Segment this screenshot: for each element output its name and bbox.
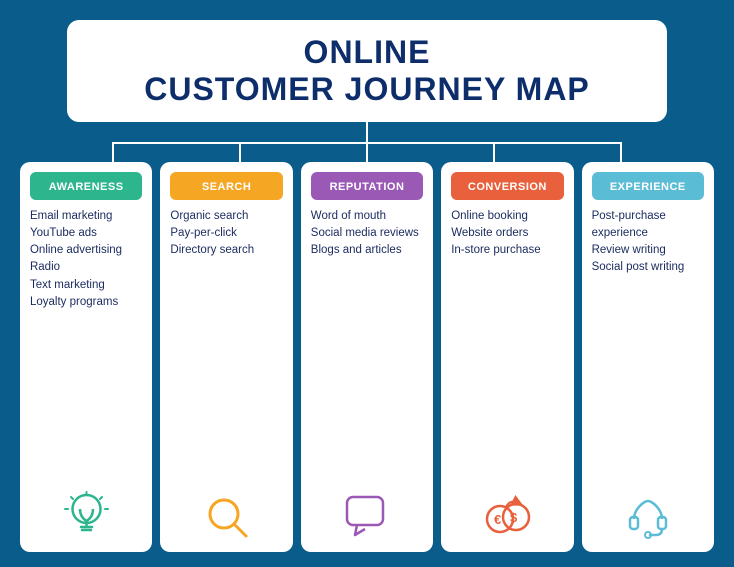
card-list-search: Organic searchPay-per-clickDirectory sea…: [170, 208, 282, 260]
list-item: Word of mouth: [311, 208, 423, 225]
list-item: Blogs and articles: [311, 242, 423, 259]
title-box: ONLINE CUSTOMER JOURNEY MAP: [67, 20, 667, 122]
card-list-experience: Post-purchase experienceReview writingSo…: [592, 208, 704, 277]
list-item: Organic search: [170, 208, 282, 225]
svg-text:$: $: [510, 510, 518, 525]
card-experience: EXPERIENCE Post-purchase experienceReview…: [582, 162, 714, 552]
lightbulb-icon: [30, 489, 142, 544]
page-title: ONLINE CUSTOMER JOURNEY MAP: [107, 34, 627, 108]
list-item: Social media reviews: [311, 225, 423, 242]
card-body-awareness: Email marketingYouTube adsOnline adverti…: [30, 208, 142, 544]
connector: [55, 122, 680, 162]
list-item: Review writing: [592, 242, 704, 259]
list-item: Loyalty programs: [30, 294, 142, 311]
card-body-reputation: Word of mouthSocial media reviewsBlogs a…: [311, 208, 423, 544]
card-reputation: REPUTATION Word of mouthSocial media revi…: [301, 162, 433, 552]
card-conversion: CONVERSION Online bookingWebsite ordersIn…: [441, 162, 573, 552]
card-header-label-experience: EXPERIENCE: [610, 181, 686, 193]
magnifier-icon: [170, 489, 282, 544]
card-header-label-search: SEARCH: [202, 181, 251, 193]
card-header-reputation: REPUTATION: [311, 172, 423, 200]
list-item: In-store purchase: [451, 242, 563, 259]
list-item: Text marketing: [30, 277, 142, 294]
list-item: Directory search: [170, 242, 282, 259]
card-header-experience: EXPERIENCE: [592, 172, 704, 200]
card-list-conversion: Online bookingWebsite ordersIn-store pur…: [451, 208, 563, 260]
card-header-label-awareness: AWARENESS: [49, 181, 124, 193]
card-list-reputation: Word of mouthSocial media reviewsBlogs a…: [311, 208, 423, 260]
list-item: Radio: [30, 259, 142, 276]
list-item: Online advertising: [30, 242, 142, 259]
card-body-experience: Post-purchase experienceReview writingSo…: [592, 208, 704, 544]
card-header-conversion: CONVERSION: [451, 172, 563, 200]
svg-text:€: €: [494, 512, 501, 527]
list-item: YouTube ads: [30, 225, 142, 242]
coins-icon: € $: [451, 489, 563, 544]
card-header-label-conversion: CONVERSION: [468, 181, 547, 193]
card-header-search: SEARCH: [170, 172, 282, 200]
card-header-awareness: AWARENESS: [30, 172, 142, 200]
card-body-search: Organic searchPay-per-clickDirectory sea…: [170, 208, 282, 544]
headset-icon: [592, 489, 704, 544]
list-item: Email marketing: [30, 208, 142, 225]
card-header-label-reputation: REPUTATION: [330, 181, 405, 193]
list-item: Website orders: [451, 225, 563, 242]
list-item: Online booking: [451, 208, 563, 225]
list-item: Pay-per-click: [170, 225, 282, 242]
card-list-awareness: Email marketingYouTube adsOnline adverti…: [30, 208, 142, 312]
card-search: SEARCH Organic searchPay-per-clickDirecto…: [160, 162, 292, 552]
list-item: Post-purchase experience: [592, 208, 704, 243]
list-item: Social post writing: [592, 259, 704, 276]
speech-bubble-icon: [311, 489, 423, 544]
cards-row: AWARENESSEmail marketingYouTube adsOnlin…: [20, 162, 714, 552]
card-awareness: AWARENESS Email marketingYouTube adsOnlin…: [20, 162, 152, 552]
card-body-conversion: Online bookingWebsite ordersIn-store pur…: [451, 208, 563, 544]
